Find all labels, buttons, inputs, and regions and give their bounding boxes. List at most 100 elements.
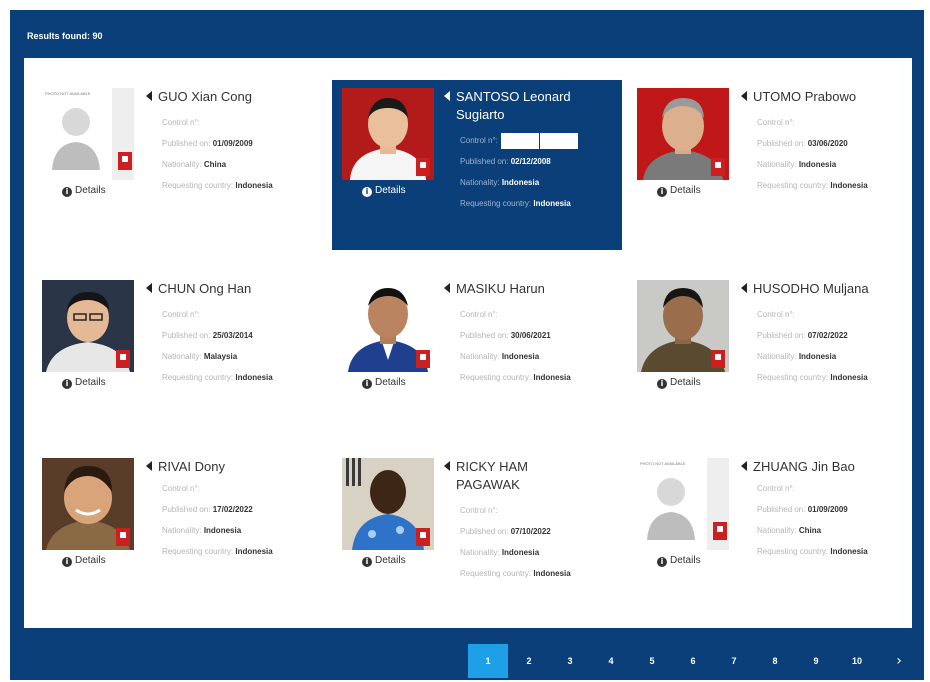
redacted-box: [500, 132, 539, 149]
control-number: Control n°:: [460, 506, 498, 515]
requesting-country: Requesting country: Indonesia: [460, 569, 571, 578]
pagination: 1 2 3 4 5 6 7 8 9 10 ›: [10, 636, 924, 680]
caret-left-icon: [741, 461, 747, 471]
requesting-country: Requesting country: Indonesia: [757, 547, 868, 556]
results-panel: PHOTO NOT AVAILABLE i Details GUO Xian Co…: [24, 58, 912, 628]
notice-card[interactable]: i Details UTOMO Prabowo Control n°: Publi…: [629, 80, 919, 250]
nationality: Nationality: Indonesia: [460, 352, 540, 361]
details-link[interactable]: i Details: [657, 377, 701, 389]
photo[interactable]: [342, 458, 434, 550]
published-date: Published on: 30/06/2021: [460, 331, 551, 340]
notice-name-wrap[interactable]: MASIKU Harun: [444, 280, 614, 298]
nationality: Nationality: Indonesia: [757, 352, 837, 361]
page-button-2[interactable]: 2: [509, 644, 549, 678]
notice-name[interactable]: SANTOSO Leonard Sugiarto: [456, 88, 614, 124]
notice-meta: Control n°: Published on: 07/02/2022 Nat…: [757, 304, 868, 388]
page-button-7[interactable]: 7: [714, 644, 754, 678]
notice-card[interactable]: i Details RIVAI Dony Control n°: Publishe…: [32, 450, 322, 620]
nationality: Nationality: China: [162, 160, 227, 169]
published-date: Published on: 25/03/2014: [162, 331, 253, 340]
notice-card[interactable]: i Details RICKY HAM PAGAWAK Control n°: P…: [332, 450, 622, 620]
published-date: Published on: 17/02/2022: [162, 505, 253, 514]
photo[interactable]: [342, 88, 434, 180]
published-date: Published on: 07/02/2022: [757, 331, 848, 340]
details-link[interactable]: i Details: [362, 555, 406, 567]
page-button-3[interactable]: 3: [550, 644, 590, 678]
caret-left-icon: [146, 283, 152, 293]
control-number: Control n°:: [162, 484, 200, 493]
notice-name-wrap[interactable]: GUO Xian Cong: [146, 88, 316, 106]
control-number: Control n°:: [460, 130, 578, 151]
details-link[interactable]: i Details: [62, 185, 106, 197]
nationality: Nationality: China: [757, 526, 822, 535]
caret-left-icon: [444, 283, 450, 293]
notice-card-selected[interactable]: i Details SANTOSO Leonard Sugiarto Contro…: [332, 80, 622, 250]
photo-placeholder[interactable]: PHOTO NOT AVAILABLE: [42, 88, 134, 180]
info-icon: i: [62, 187, 72, 197]
caret-left-icon: [444, 91, 450, 101]
notice-card[interactable]: i Details HUSODHO Muljana Control n°: Pub…: [629, 272, 919, 442]
photo[interactable]: [42, 280, 134, 372]
notice-name[interactable]: UTOMO Prabowo: [753, 88, 911, 106]
requesting-country: Requesting country: Indonesia: [162, 181, 273, 190]
page-button-1[interactable]: 1: [468, 644, 508, 678]
control-number: Control n°:: [162, 310, 200, 319]
requesting-country: Requesting country: Indonesia: [162, 547, 273, 556]
notice-meta: Control n°: Published on: 30/06/2021 Nat…: [460, 304, 571, 388]
caret-left-icon: [146, 461, 152, 471]
notice-name-wrap[interactable]: SANTOSO Leonard Sugiarto: [444, 88, 614, 124]
requesting-country: Requesting country: Indonesia: [162, 373, 273, 382]
page-button-4[interactable]: 4: [591, 644, 631, 678]
details-link[interactable]: i Details: [362, 185, 406, 197]
page-button-5[interactable]: 5: [632, 644, 672, 678]
details-link[interactable]: i Details: [62, 555, 106, 567]
photo[interactable]: [42, 458, 134, 550]
notice-meta: Control n°: Published on: 01/09/2009 Nat…: [757, 478, 868, 562]
details-link[interactable]: i Details: [657, 185, 701, 197]
notice-name[interactable]: CHUN Ong Han: [158, 280, 316, 298]
notice-meta: Control n°: Published on: 07/10/2022 Nat…: [460, 500, 571, 584]
photo[interactable]: [637, 88, 729, 180]
requesting-country: Requesting country: Indonesia: [757, 181, 868, 190]
published-date: Published on: 03/06/2020: [757, 139, 848, 148]
caret-left-icon: [741, 91, 747, 101]
notice-card[interactable]: PHOTO NOT AVAILABLE i Details ZHUANG Jin …: [629, 450, 919, 620]
nationality: Nationality: Indonesia: [162, 526, 242, 535]
notice-card[interactable]: i Details MASIKU Harun Control n°: Publis…: [332, 272, 622, 442]
requesting-country: Requesting country: Indonesia: [460, 373, 571, 382]
chevron-right-icon[interactable]: ›: [884, 644, 914, 678]
notice-name-wrap[interactable]: RIVAI Dony: [146, 458, 316, 476]
notice-name-wrap[interactable]: HUSODHO Muljana: [741, 280, 911, 298]
details-link[interactable]: i Details: [657, 555, 701, 567]
notice-name-wrap[interactable]: UTOMO Prabowo: [741, 88, 911, 106]
nationality: Nationality: Malaysia: [162, 352, 238, 361]
notice-name[interactable]: ZHUANG Jin Bao: [753, 458, 911, 476]
page-button-6[interactable]: 6: [673, 644, 713, 678]
page-button-9[interactable]: 9: [796, 644, 836, 678]
info-icon: i: [362, 557, 372, 567]
photo-placeholder[interactable]: PHOTO NOT AVAILABLE: [637, 458, 729, 550]
notice-meta: Control n°: Published on: 03/06/2020 Nat…: [757, 112, 868, 196]
photo-not-available-text: PHOTO NOT AVAILABLE: [640, 461, 686, 466]
notice-name[interactable]: GUO Xian Cong: [158, 88, 316, 106]
notice-meta: Control n°: Published on: 17/02/2022 Nat…: [162, 478, 273, 562]
page-button-8[interactable]: 8: [755, 644, 795, 678]
notice-name[interactable]: RIVAI Dony: [158, 458, 316, 476]
photo[interactable]: [342, 280, 434, 372]
notice-name-wrap[interactable]: CHUN Ong Han: [146, 280, 316, 298]
details-link[interactable]: i Details: [362, 377, 406, 389]
published-date: Published on: 02/12/2008: [460, 157, 551, 166]
notice-name[interactable]: HUSODHO Muljana: [753, 280, 911, 298]
redacted-box: [539, 132, 578, 149]
page-button-10[interactable]: 10: [837, 644, 877, 678]
notice-name[interactable]: MASIKU Harun: [456, 280, 614, 298]
notice-name-wrap[interactable]: RICKY HAM PAGAWAK: [444, 458, 614, 494]
notice-card[interactable]: PHOTO NOT AVAILABLE i Details GUO Xian Co…: [32, 80, 322, 250]
control-number: Control n°:: [460, 310, 498, 319]
notice-name[interactable]: RICKY HAM PAGAWAK: [456, 458, 566, 494]
notice-card[interactable]: i Details CHUN Ong Han Control n°: Publis…: [32, 272, 322, 442]
details-link[interactable]: i Details: [62, 377, 106, 389]
notice-name-wrap[interactable]: ZHUANG Jin Bao: [741, 458, 911, 476]
photo[interactable]: [637, 280, 729, 372]
info-icon: i: [62, 557, 72, 567]
